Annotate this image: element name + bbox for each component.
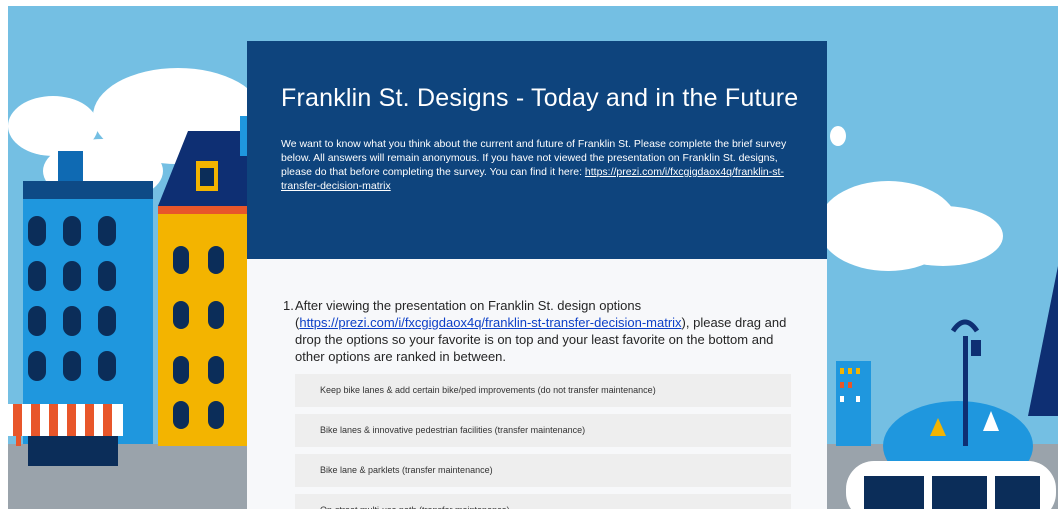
ranking-list: Keep bike lanes & add certain bike/ped i… xyxy=(283,374,791,509)
form-description: We want to know what you think about the… xyxy=(281,137,801,193)
question-1: 1. After viewing the presentation on Fra… xyxy=(283,297,791,365)
survey-form: Franklin St. Designs - Today and in the … xyxy=(247,41,827,509)
form-body: 1. After viewing the presentation on Fra… xyxy=(247,259,827,509)
ranking-option[interactable]: Bike lanes & innovative pedestrian facil… xyxy=(295,414,791,447)
ranking-option[interactable]: On-street multi-use path (transfer maint… xyxy=(295,494,791,509)
question-number: 1. xyxy=(283,298,294,313)
form-title: Franklin St. Designs - Today and in the … xyxy=(281,84,799,112)
ranking-option[interactable]: Keep bike lanes & add certain bike/ped i… xyxy=(295,374,791,407)
form-header: Franklin St. Designs - Today and in the … xyxy=(247,41,827,259)
question-text: After viewing the presentation on Frankl… xyxy=(295,297,791,365)
ranking-option[interactable]: Bike lane & parklets (transfer maintenan… xyxy=(295,454,791,487)
question-presentation-link[interactable]: https://prezi.com/i/fxcgigdaox4q/frankli… xyxy=(299,315,681,330)
